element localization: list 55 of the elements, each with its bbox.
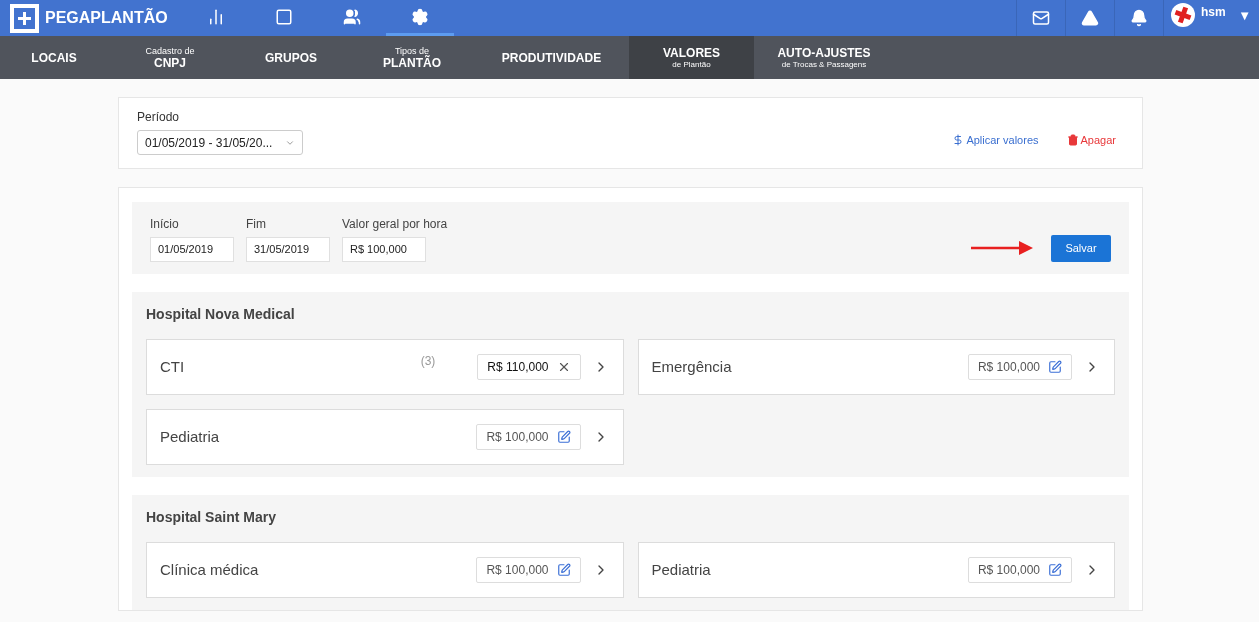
- settings-icon: [411, 7, 429, 26]
- subnav-tab[interactable]: VALORES de Plantão: [629, 36, 754, 79]
- dollar-icon: [952, 133, 965, 146]
- value-field[interactable]: R$ 100,000: [476, 557, 581, 583]
- hospital-name: Hospital Saint Mary: [146, 508, 277, 527]
- bell-icon: [1130, 9, 1148, 27]
- hospital-name: Hospital Nova Medical: [146, 305, 296, 324]
- trash-icon: [1066, 133, 1079, 146]
- unit-card[interactable]: Emergência R$ 100,000: [637, 339, 1115, 395]
- period-label: Período: [137, 109, 181, 126]
- field-label: Início: [150, 215, 180, 233]
- unit-name: Pediatria: [160, 426, 221, 447]
- field-label: Fim: [246, 215, 267, 233]
- arrow-icon: [971, 241, 1033, 255]
- input-field[interactable]: 01/05/2019: [150, 236, 234, 262]
- subnav-tab[interactable]: Tipos de PLANTÃO: [350, 36, 474, 79]
- subnav-tab[interactable]: LOCAIS: [0, 36, 108, 79]
- bar-chart-icon: [207, 7, 225, 26]
- subnav-tab[interactable]: GRUPOS: [232, 36, 350, 79]
- edit-icon[interactable]: [556, 430, 571, 444]
- avatar-icon: [1171, 3, 1195, 27]
- mail-icon: [1032, 9, 1050, 27]
- value-field[interactable]: R$ 110,000: [477, 354, 581, 380]
- unit-name: Pediatria: [651, 559, 712, 580]
- unit-card[interactable]: Pediatria R$ 100,000: [146, 409, 624, 465]
- apply-values-link[interactable]: Aplicar valores: [952, 131, 1039, 148]
- unit-name: Clínica médica: [160, 559, 260, 580]
- unit-name: Emergência: [651, 356, 733, 377]
- value-field[interactable]: R$ 100,000: [476, 424, 581, 450]
- unit-card[interactable]: Clínica médica R$ 100,000: [146, 542, 624, 598]
- brand-name: PEGAPLANTÃO: [45, 7, 168, 28]
- subnav-tab[interactable]: AUTO-AJUSTES de Trocas & Passagens: [754, 36, 894, 79]
- subnav-tab[interactable]: PRODUTIVIDADE: [474, 36, 629, 79]
- logo-icon: [10, 3, 39, 33]
- caret-icon: ▼: [1238, 6, 1251, 26]
- edit-icon[interactable]: [556, 563, 571, 577]
- unit-count: (3): [420, 353, 436, 370]
- input-field[interactable]: R$ 100,000: [342, 236, 426, 262]
- unit-card[interactable]: Pediatria R$ 100,000: [637, 542, 1115, 598]
- delete-link[interactable]: Apagar: [1066, 131, 1116, 148]
- edit-icon[interactable]: [1048, 563, 1062, 577]
- value-field[interactable]: R$ 100,000: [967, 354, 1072, 380]
- input-field[interactable]: 31/05/2019: [246, 236, 330, 262]
- subnav-tab[interactable]: Cadastro de CNPJ: [108, 36, 232, 79]
- field-label: Valor geral por hora: [342, 215, 448, 233]
- user-name: hsm: [1201, 4, 1226, 21]
- warning-icon: [1081, 9, 1099, 27]
- period-select[interactable]: 01/05/2019 - 31/05/20...: [137, 130, 303, 155]
- value-field[interactable]: R$ 100,000: [967, 557, 1072, 583]
- unit-card[interactable]: CTI (3) R$ 110,000: [146, 339, 624, 395]
- people-icon: [343, 7, 361, 26]
- window-icon: [275, 7, 293, 26]
- save-button[interactable]: Salvar: [1051, 234, 1111, 262]
- edit-icon[interactable]: [1048, 360, 1062, 374]
- unit-name: CTI: [160, 356, 186, 377]
